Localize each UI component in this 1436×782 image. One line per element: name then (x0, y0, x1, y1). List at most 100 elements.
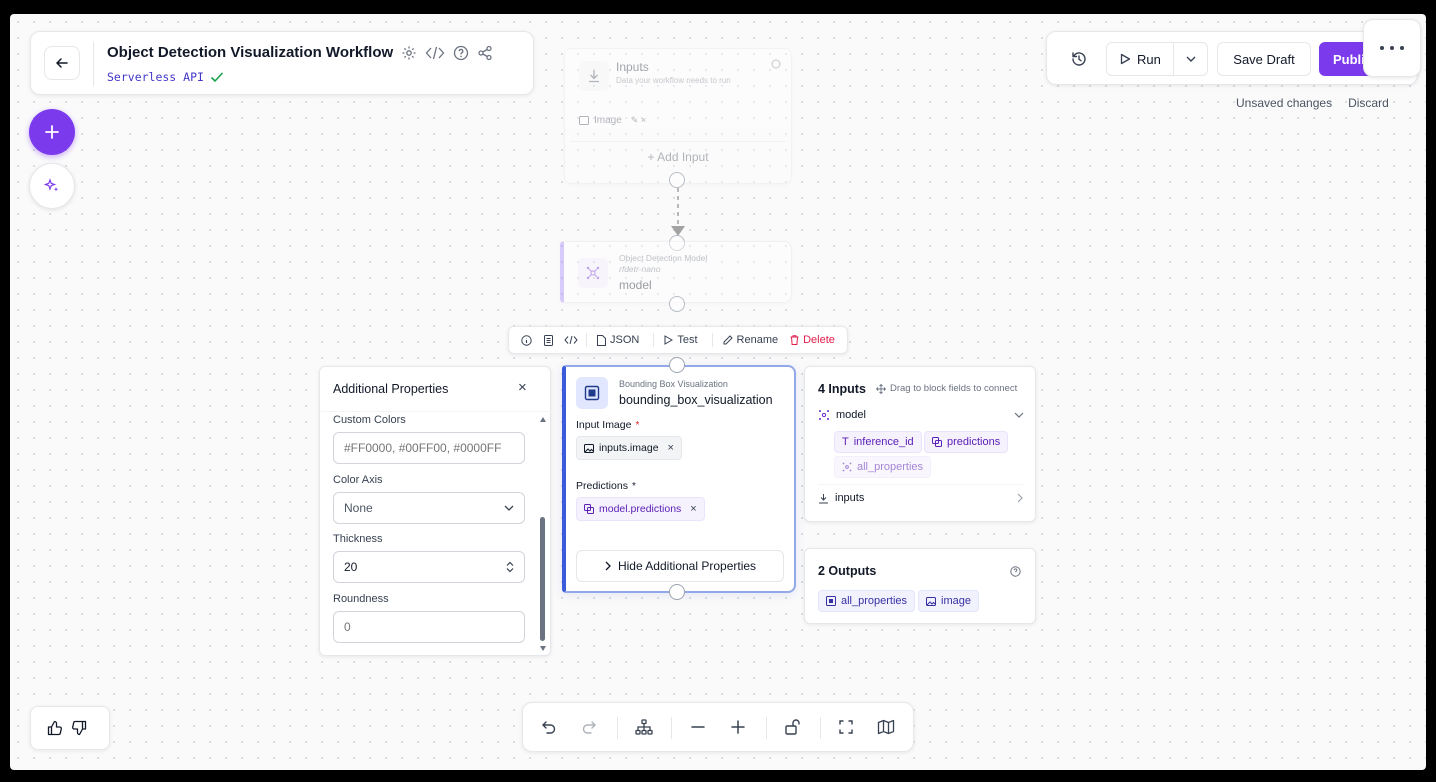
more-dots-icon (1378, 45, 1406, 51)
workflow-subtitle: Serverless API (107, 70, 204, 84)
run-options-chevron-icon[interactable] (1185, 53, 1197, 65)
test-label: Test (677, 334, 698, 346)
thumbs-up-icon[interactable] (47, 720, 63, 736)
map-icon[interactable] (877, 719, 895, 735)
stepper-icon[interactable] (506, 561, 514, 573)
save-draft-button[interactable]: Save Draft (1217, 42, 1311, 76)
add-input-button[interactable]: + Add Input (570, 141, 786, 171)
predictions-label: predictions (947, 436, 1001, 448)
input-image-chip[interactable]: inputs.image × (576, 436, 682, 460)
zoom-in-icon[interactable] (730, 719, 746, 735)
workflow-header: Object Detection Visualization Workflow … (30, 31, 534, 95)
info-circle-icon[interactable] (521, 334, 532, 346)
bottom-toolbar (522, 702, 914, 752)
test-button[interactable]: Test (664, 334, 698, 346)
model-small-icon (842, 462, 852, 472)
chevron-down-icon[interactable] (1014, 411, 1024, 419)
inference-id-label: inference_id (853, 436, 914, 448)
all-properties-output-label: all_properties (841, 595, 908, 607)
scrollbar-thumb[interactable] (540, 517, 545, 641)
download-icon (818, 493, 829, 504)
undo-icon[interactable] (541, 719, 557, 735)
code-icon[interactable] (425, 45, 445, 61)
bbox-output-handle[interactable] (669, 584, 685, 600)
add-block-button[interactable] (29, 109, 75, 155)
redo-icon[interactable] (581, 719, 597, 735)
model-node-type: Object Detection Model (619, 253, 708, 263)
remove-input-image-icon[interactable]: × (668, 442, 674, 454)
all-properties-label: all_properties (857, 461, 924, 473)
help-icon[interactable] (453, 45, 469, 61)
model-output-handle[interactable] (669, 296, 685, 312)
all-properties-output-chip[interactable]: all_properties (818, 590, 916, 612)
edit-icon[interactable]: ✎ × (631, 115, 646, 126)
delete-button[interactable]: Delete (790, 334, 835, 346)
required-marker: * (635, 419, 640, 431)
model-input-group[interactable]: model (818, 409, 1024, 421)
lock-icon[interactable] (784, 718, 802, 736)
required-marker-2: * (631, 480, 636, 492)
predictions-output-chip[interactable]: predictions (924, 431, 1009, 453)
inputs-group[interactable]: inputs (818, 492, 1024, 504)
publish-label: Publi (1333, 51, 1365, 67)
inference-id-chip[interactable]: T inference_id (834, 431, 922, 453)
predictions-value: model.predictions (599, 503, 682, 515)
model-group-label: model (836, 409, 866, 421)
inputs-group-label: inputs (835, 492, 865, 504)
bounding-box-node[interactable]: Bounding Box Visualization bounding_box_… (562, 365, 796, 593)
predictions-chip[interactable]: model.predictions × (576, 497, 705, 521)
image-output-chip[interactable]: image (918, 590, 979, 612)
bbox-node-name: bounding_box_visualization (619, 393, 773, 407)
color-axis-value: None (344, 501, 373, 515)
history-button[interactable] (1062, 42, 1096, 76)
color-axis-select[interactable]: None (333, 492, 525, 524)
run-button[interactable]: Run (1106, 42, 1208, 76)
settings-icon[interactable] (401, 45, 417, 61)
back-button[interactable] (44, 46, 80, 80)
drag-hint: Drag to block fields to connect (890, 383, 1018, 394)
model-node[interactable]: Object Detection Model rfdetr-nano model (560, 241, 792, 303)
outputs-panel-title: 2 Outputs (818, 564, 877, 578)
additional-properties-panel: Additional Properties × Custom Colors Co… (319, 366, 552, 656)
json-label: JSON (610, 334, 640, 346)
delete-label: Delete (803, 334, 835, 346)
zoom-out-icon[interactable] (690, 719, 706, 735)
play-icon (1119, 53, 1131, 65)
layout-icon[interactable] (635, 719, 653, 735)
scroll-up-arrow[interactable] (540, 417, 546, 422)
input-image-label: Input Image (576, 419, 632, 431)
inputs-node[interactable]: Inputs Data your workflow needs to run I… (564, 48, 792, 184)
fit-view-icon[interactable] (838, 719, 854, 735)
node-toolbar: JSON Test Rename Delete (508, 326, 848, 354)
all-properties-chip[interactable]: all_properties (834, 456, 932, 478)
help-icon[interactable] (1010, 566, 1021, 577)
hide-additional-properties-button[interactable]: Hide Additional Properties (576, 550, 784, 582)
roundness-input[interactable] (333, 611, 525, 643)
code-small-icon[interactable] (564, 335, 578, 345)
share-icon[interactable] (477, 45, 493, 61)
play-small-icon (664, 335, 674, 345)
model-network-icon (578, 258, 608, 288)
inputs-panel: 4 Inputs Drag to block fields to connect… (804, 366, 1036, 522)
thumbs-down-icon[interactable] (71, 720, 87, 736)
ai-assist-button[interactable] (29, 163, 75, 209)
inputs-output-handle[interactable] (669, 172, 685, 188)
thickness-label: Thickness (333, 533, 383, 545)
discard-link[interactable]: Discard (1348, 96, 1389, 110)
save-draft-label: Save Draft (1233, 51, 1295, 67)
close-icon[interactable]: × (518, 379, 527, 396)
info-icon (771, 59, 781, 69)
add-input-label: + Add Input (647, 149, 709, 164)
thickness-stepper[interactable]: 20 (333, 551, 525, 583)
remove-predictions-icon[interactable]: × (690, 503, 696, 515)
scroll-down-arrow[interactable] (540, 646, 546, 651)
predictions-icon (932, 437, 942, 447)
bbox-input-handle[interactable] (669, 357, 685, 373)
rename-button[interactable]: Rename (723, 334, 778, 346)
docs-icon[interactable] (543, 334, 554, 346)
custom-colors-input[interactable] (333, 432, 525, 464)
unsaved-changes-text: Unsaved changes (1236, 96, 1333, 110)
json-button[interactable]: JSON (597, 334, 639, 346)
workflow-canvas[interactable]: Object Detection Visualization Workflow … (10, 14, 1426, 770)
more-options-button[interactable] (1363, 19, 1421, 77)
